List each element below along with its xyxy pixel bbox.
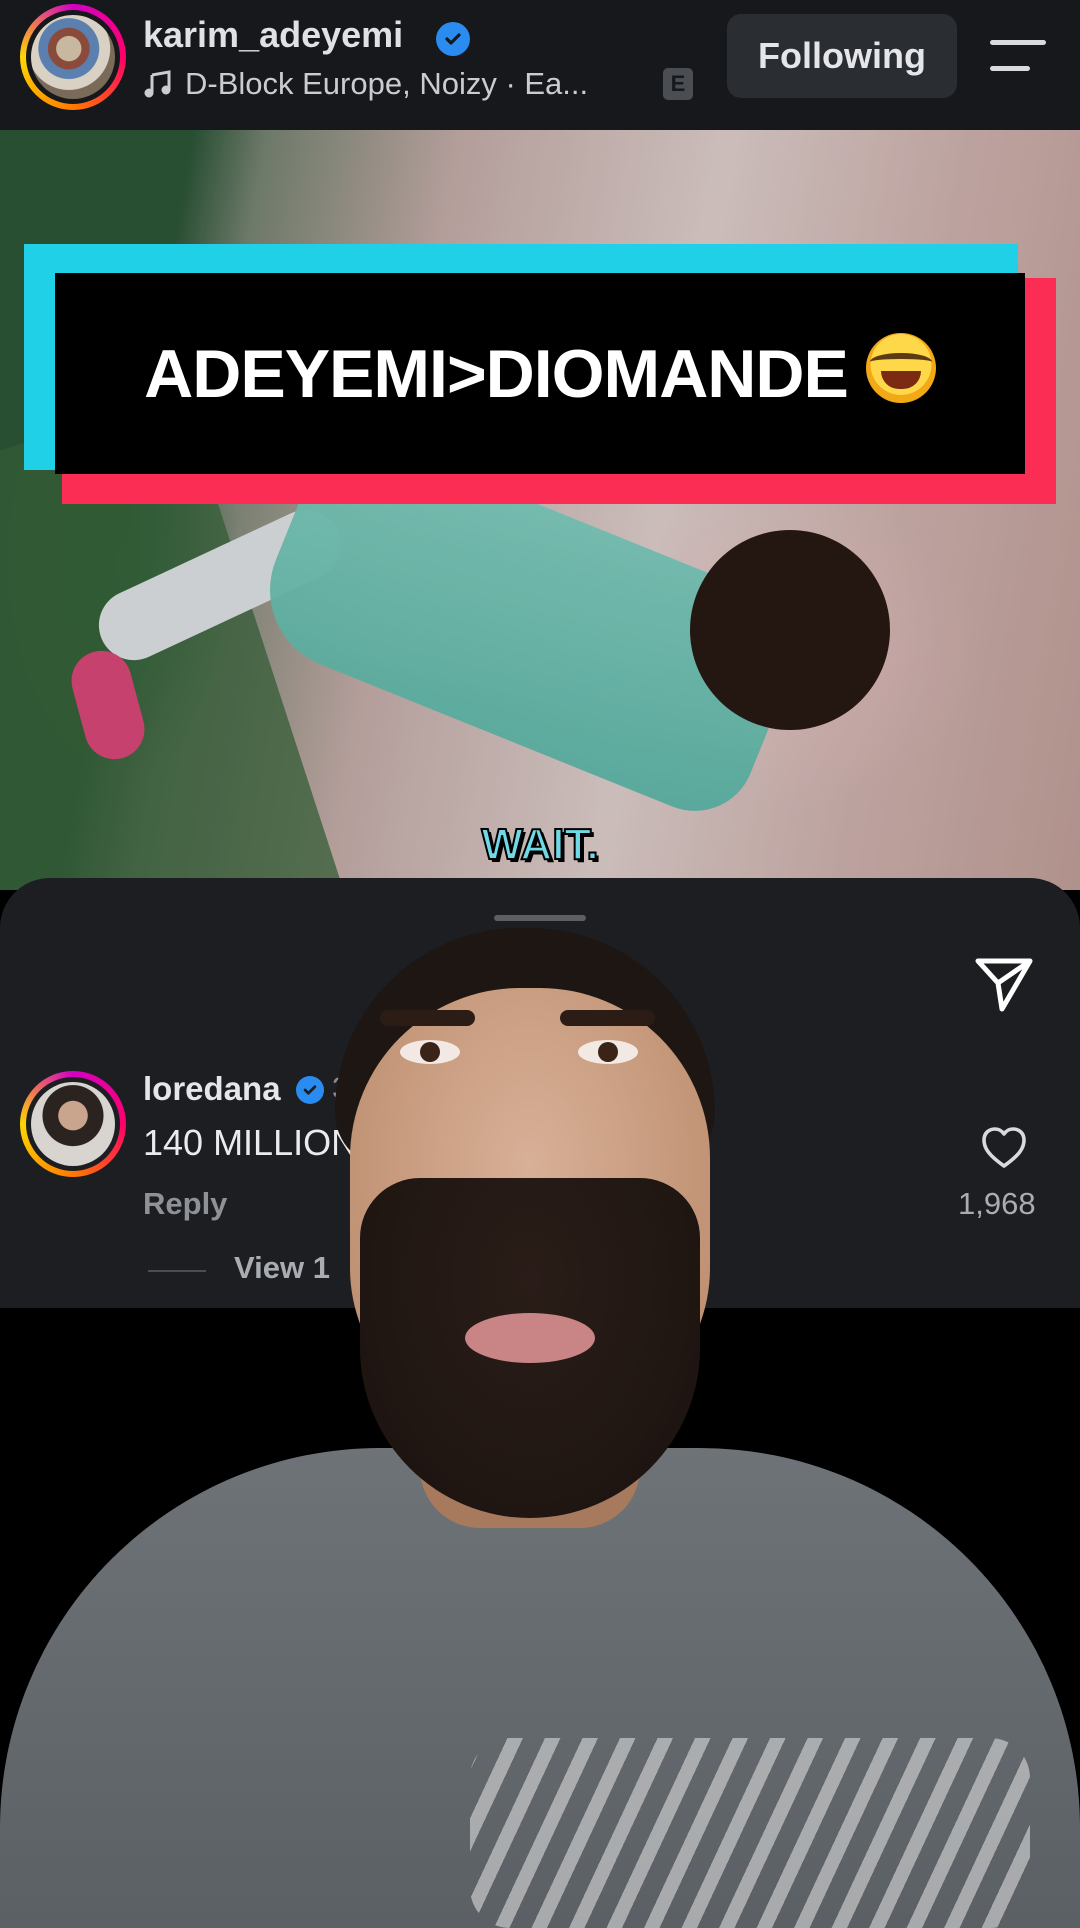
verified-badge-icon <box>436 22 470 56</box>
creator-left-brow <box>380 1010 475 1026</box>
comment-time: 35 <box>332 1072 366 1105</box>
author-avatar[interactable] <box>20 4 126 110</box>
video-caption-title: ADEYEMI>DIOMANDE <box>144 335 849 412</box>
verified-badge-icon <box>296 1076 324 1104</box>
following-button[interactable]: Following <box>727 14 957 98</box>
music-track[interactable]: D-Block Europe, Noizy · Ea... <box>143 66 588 102</box>
post-header: karim_adeyemi D-Block Europe, Noizy · Ea… <box>0 0 1080 130</box>
creator-right-brow <box>560 1010 655 1026</box>
commenter-avatar[interactable] <box>20 1071 126 1177</box>
author-username[interactable]: karim_adeyemi <box>143 14 403 56</box>
shirt-print <box>470 1738 1030 1928</box>
view-replies-button[interactable]: View 1 <box>234 1250 330 1286</box>
creator-neck <box>420 1438 640 1528</box>
creator-right-eye <box>578 1040 638 1064</box>
commenter-username[interactable]: loredana <box>143 1070 281 1108</box>
reply-button[interactable]: Reply <box>143 1186 227 1222</box>
like-count: 1,968 <box>958 1186 1036 1221</box>
video-caption-box: ADEYEMI>DIOMANDE <box>55 273 1025 474</box>
creator-left-eye <box>400 1040 460 1064</box>
creator-lips <box>465 1313 595 1363</box>
replies-divider <box>148 1270 206 1272</box>
video-subtitle: WAIT. <box>480 819 599 870</box>
sheet-grabber[interactable] <box>494 915 586 921</box>
explicit-badge: E <box>663 68 693 100</box>
music-label: D-Block Europe, Noizy · Ea... <box>185 66 589 101</box>
music-note-icon <box>144 70 171 98</box>
heart-icon[interactable] <box>980 1124 1028 1172</box>
creator-shirt <box>0 1448 1080 1928</box>
comment-sheet: loredana 35 140 MILLION Reply 1,968 View… <box>0 878 1080 1308</box>
comment-text: 140 MILLION <box>143 1122 358 1163</box>
menu-icon[interactable] <box>990 40 1046 74</box>
send-icon[interactable] <box>972 953 1036 1017</box>
face-with-tears-of-joy-icon <box>865 332 936 403</box>
